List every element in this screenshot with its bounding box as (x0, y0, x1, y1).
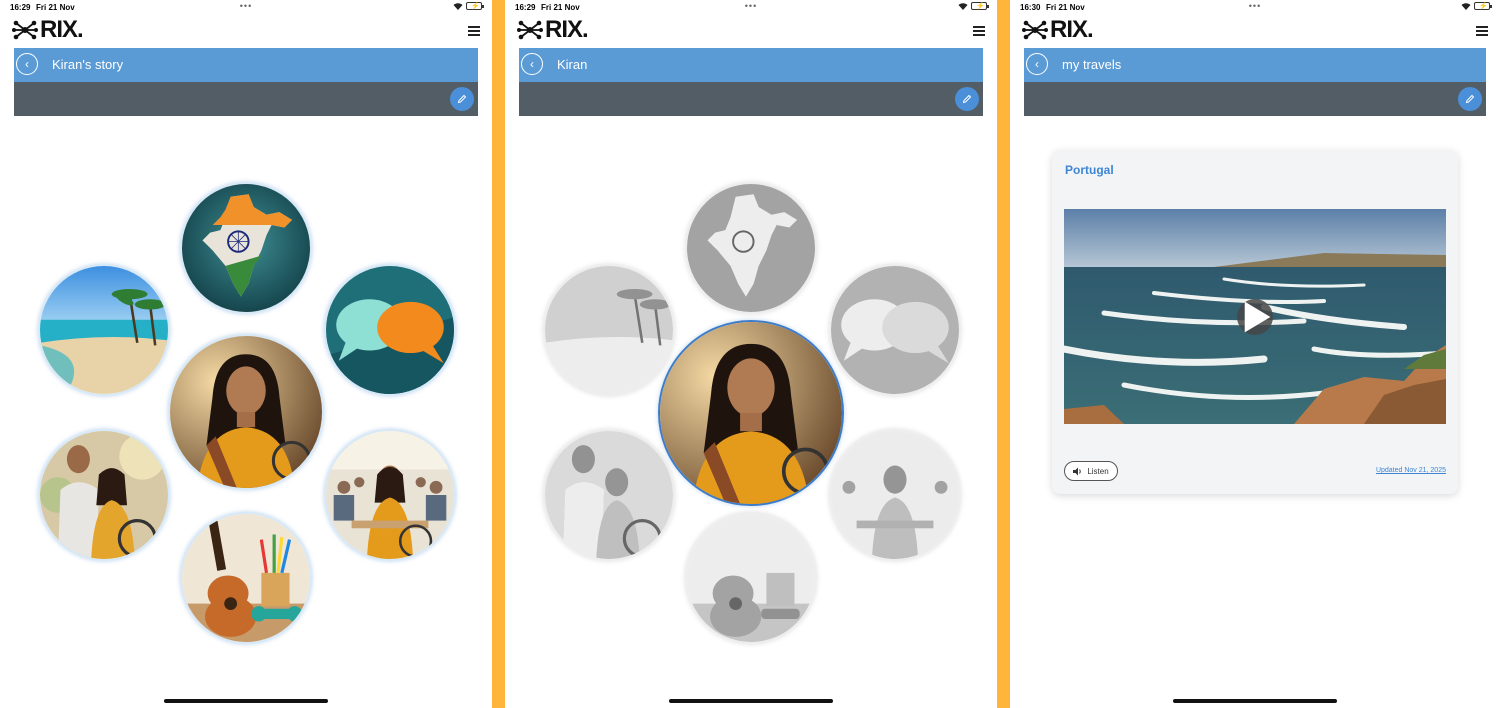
card-title: Portugal (1065, 163, 1114, 177)
edit-pencil-icon (457, 94, 467, 104)
molecule-logo-icon (517, 20, 543, 40)
speech-bubbles-bubble[interactable] (324, 264, 456, 396)
title-bar: ‹ my travels (1024, 48, 1486, 82)
edit-button[interactable] (450, 87, 474, 111)
back-icon: ‹ (530, 57, 534, 71)
friends-bubble[interactable] (543, 429, 675, 561)
status-date: Fri 21 Nov (541, 3, 580, 12)
edit-button[interactable] (1458, 87, 1482, 111)
battery-icon: ⚡ (971, 2, 989, 10)
molecule-logo-icon (12, 20, 38, 40)
wifi-icon (1461, 3, 1471, 10)
status-time: 16:29 (515, 3, 536, 12)
screen-travels: 16:30 Fri 21 Nov ••• ⚡ RIX. ‹ my travels… (1010, 0, 1500, 708)
logo-text: RIX. (40, 16, 84, 43)
listen-button[interactable]: Listen (1064, 461, 1118, 481)
story-card: Portugal Listen Updated Nov 21, 2025 (1052, 150, 1458, 494)
back-button[interactable]: ‹ (16, 53, 38, 75)
logo-text: RIX. (545, 16, 589, 43)
multitask-dots-icon[interactable]: ••• (240, 1, 252, 11)
wifi-icon (453, 3, 463, 10)
listen-label: Listen (1087, 466, 1109, 476)
screen-story: 16:29 Fri 21 Nov ••• ⚡ RIX. ‹ Kiran's st… (0, 0, 492, 708)
speech-bubbles-bubble[interactable] (829, 264, 961, 396)
edit-button[interactable] (955, 87, 979, 111)
home-indicator[interactable] (1173, 699, 1337, 703)
page-title: my travels (1062, 57, 1122, 72)
home-indicator[interactable] (164, 699, 328, 703)
logo-text: RIX. (1050, 16, 1094, 43)
edit-pencil-icon (962, 94, 972, 104)
rix-logo[interactable]: RIX. (517, 16, 589, 43)
status-bar: 16:29 Fri 21 Nov ••• ⚡ (0, 0, 492, 14)
menu-icon[interactable] (973, 26, 985, 36)
menu-icon[interactable] (468, 26, 480, 36)
screen-kiran: 16:29 Fri 21 Nov ••• ⚡ RIX. ‹ Kiran (505, 0, 997, 708)
battery-icon: ⚡ (466, 2, 484, 10)
title-bar: ‹ Kiran's story (14, 48, 478, 82)
kiran-portrait-bubble[interactable] (658, 320, 844, 506)
play-button[interactable] (1237, 298, 1273, 335)
play-icon (1244, 301, 1271, 332)
status-date: Fri 21 Nov (1046, 3, 1085, 12)
toolbar (14, 82, 478, 116)
friends-bubble[interactable] (38, 429, 170, 561)
classroom-bubble[interactable] (829, 429, 961, 561)
status-time: 16:30 (1020, 3, 1041, 12)
rix-logo[interactable]: RIX. (12, 16, 84, 43)
status-date: Fri 21 Nov (36, 3, 75, 12)
wifi-icon (958, 3, 968, 10)
updated-date-link[interactable]: Updated Nov 21, 2025 (1376, 467, 1446, 474)
page-title: Kiran's story (52, 57, 124, 72)
back-icon: ‹ (25, 57, 29, 71)
molecule-logo-icon (1022, 20, 1048, 40)
back-button[interactable]: ‹ (521, 53, 543, 75)
status-time: 16:29 (10, 3, 31, 12)
speaker-icon (1073, 467, 1082, 475)
status-bar: 16:30 Fri 21 Nov ••• ⚡ (1010, 0, 1500, 14)
multitask-dots-icon[interactable]: ••• (1249, 1, 1261, 11)
toolbar (1024, 82, 1486, 116)
india-map-bubble[interactable] (180, 182, 312, 314)
menu-icon[interactable] (1476, 26, 1488, 36)
home-indicator[interactable] (669, 699, 833, 703)
status-bar: 16:29 Fri 21 Nov ••• ⚡ (505, 0, 997, 14)
multitask-dots-icon[interactable]: ••• (745, 1, 757, 11)
guitar-bubble[interactable] (180, 512, 312, 644)
india-map-bubble[interactable] (685, 182, 817, 314)
back-icon: ‹ (1035, 57, 1039, 71)
toolbar (519, 82, 983, 116)
page-title: Kiran (557, 57, 588, 72)
classroom-bubble[interactable] (324, 429, 456, 561)
rix-logo[interactable]: RIX. (1022, 16, 1094, 43)
beach-bubble[interactable] (38, 264, 170, 396)
title-bar: ‹ Kiran (519, 48, 983, 82)
back-button[interactable]: ‹ (1026, 53, 1048, 75)
kiran-portrait-bubble[interactable] (168, 334, 324, 490)
edit-pencil-icon (1465, 94, 1475, 104)
beach-bubble[interactable] (543, 264, 675, 396)
battery-icon: ⚡ (1474, 2, 1492, 10)
guitar-bubble[interactable] (685, 512, 817, 644)
video-player[interactable] (1064, 209, 1446, 424)
